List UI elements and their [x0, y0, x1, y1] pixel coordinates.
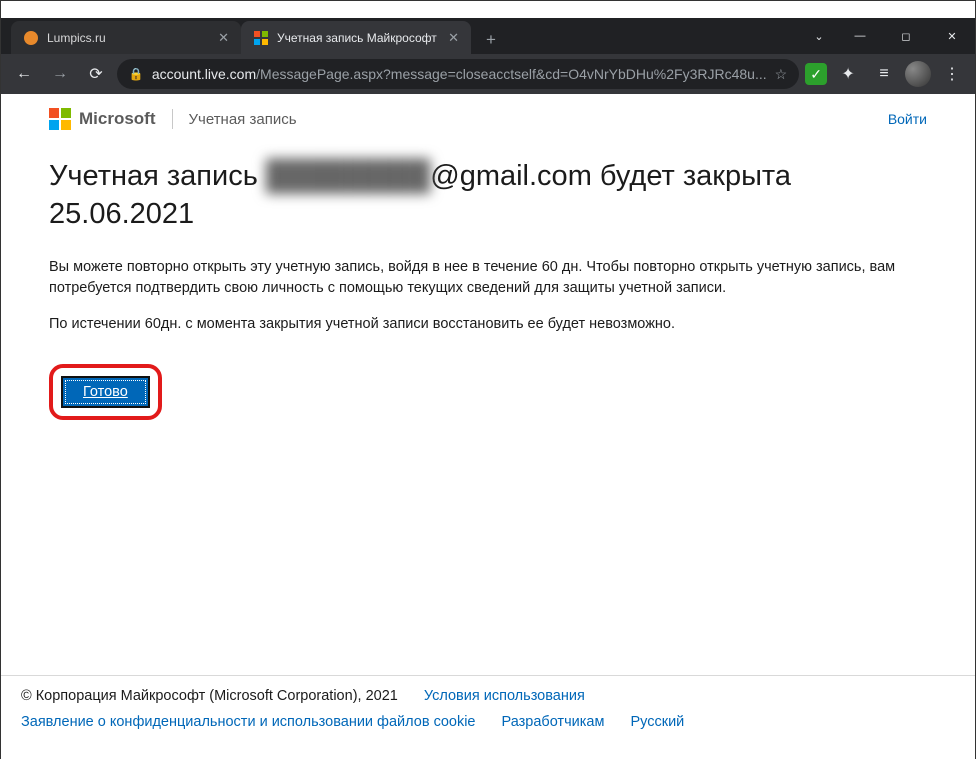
window-titlebar [1, 1, 975, 18]
paragraph-1: Вы можете повторно открыть эту учетную з… [49, 257, 919, 298]
title-blurred-email: ████████ [266, 158, 430, 196]
omnibox[interactable]: 🔒 account.live.com/MessagePage.aspx?mess… [117, 59, 799, 89]
footer-terms-link[interactable]: Условия использования [424, 688, 585, 704]
footer-copyright: © Корпорация Майкрософт (Microsoft Corpo… [21, 688, 398, 704]
extensions-puzzle-icon[interactable]: ✦ [833, 59, 863, 89]
page-title: Учетная запись ████████@gmail.com будет … [49, 158, 927, 233]
paragraph-2: По истечении 60дн. с момента закрытия уч… [49, 314, 919, 334]
bookmark-star-icon[interactable]: ☆ [775, 66, 788, 83]
tab-lumpics[interactable]: Lumpics.ru ✕ [11, 21, 241, 54]
favicon-microsoft [253, 30, 269, 46]
address-bar-row: ← → ⟳ 🔒 account.live.com/MessagePage.asp… [1, 54, 975, 94]
profile-avatar[interactable] [905, 61, 931, 87]
microsoft-logo-text: Microsoft [79, 109, 156, 129]
window-controls: ⌄ — ◻ ✕ [801, 18, 975, 54]
header-divider [172, 109, 173, 129]
page-content: Microsoft Учетная запись Войти Учетная з… [1, 94, 975, 760]
page-footer: © Корпорация Майкрософт (Microsoft Corpo… [1, 675, 975, 760]
forward-button[interactable]: → [45, 59, 75, 89]
media-queue-icon[interactable]: ≡ [869, 59, 899, 89]
lock-icon: 🔒 [129, 67, 144, 81]
highlight-halo: Готово [49, 364, 162, 420]
window-minimize-button[interactable]: — [837, 21, 883, 51]
extension-check-icon[interactable]: ✓ [805, 63, 827, 85]
url-path: /MessagePage.aspx?message=closeacctself&… [256, 66, 766, 82]
tab-microsoft-account[interactable]: Учетная запись Майкрософт ✕ [241, 21, 471, 54]
chevron-down-icon[interactable]: ⌄ [801, 21, 837, 51]
footer-privacy-link[interactable]: Заявление о конфиденциальности и использ… [21, 714, 475, 730]
window-maximize-button[interactable]: ◻ [883, 21, 929, 51]
url-host: account.live.com [152, 66, 256, 82]
title-email-suffix: @gmail.com [430, 160, 592, 192]
new-tab-button[interactable]: + [477, 26, 505, 54]
back-button[interactable]: ← [9, 59, 39, 89]
tab-label: Lumpics.ru [47, 31, 208, 45]
main-content: Учетная запись ████████@gmail.com будет … [1, 140, 975, 675]
sign-in-link[interactable]: Войти [888, 111, 927, 127]
favicon-lumpics [23, 30, 39, 46]
window-close-button[interactable]: ✕ [929, 21, 975, 51]
close-icon[interactable]: ✕ [448, 30, 459, 46]
title-prefix: Учетная запись [49, 160, 266, 192]
browser-menu-button[interactable]: ⋮ [937, 59, 967, 89]
footer-developers-link[interactable]: Разработчикам [502, 714, 605, 730]
microsoft-logo[interactable]: Microsoft [49, 108, 156, 130]
close-icon[interactable]: ✕ [218, 30, 229, 46]
reload-button[interactable]: ⟳ [81, 59, 111, 89]
header-subtitle: Учетная запись [189, 111, 297, 128]
tab-strip: Lumpics.ru ✕ Учетная запись Майкрософт ✕… [1, 18, 975, 54]
done-button[interactable]: Готово [61, 376, 150, 408]
microsoft-logo-icon [49, 108, 71, 130]
url-text: account.live.com/MessagePage.aspx?messag… [152, 66, 767, 82]
microsoft-header: Microsoft Учетная запись Войти [1, 94, 975, 140]
footer-language-link[interactable]: Русский [630, 714, 684, 730]
tab-label: Учетная запись Майкрософт [277, 31, 438, 45]
